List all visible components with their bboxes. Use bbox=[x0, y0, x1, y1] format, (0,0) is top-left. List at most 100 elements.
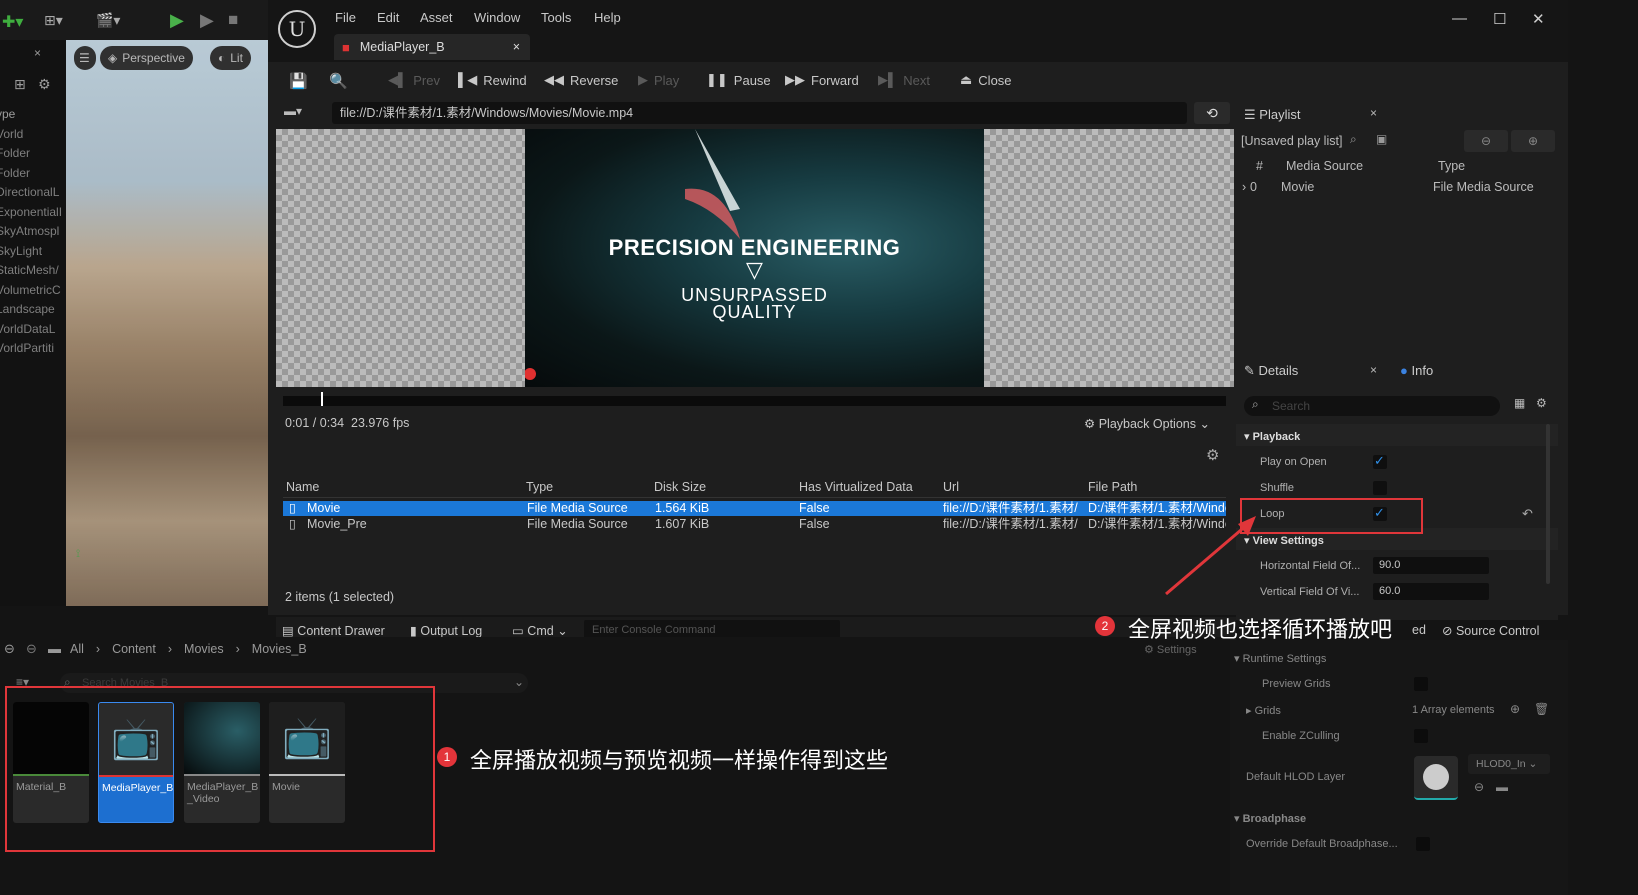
runtime-settings-label[interactable]: ▾ Runtime Settings bbox=[1234, 652, 1326, 665]
details-tab[interactable]: ✎ Details bbox=[1244, 363, 1298, 379]
hfov-label: Horizontal Field Of... bbox=[1260, 560, 1361, 572]
shuffle-checkbox[interactable] bbox=[1373, 481, 1387, 495]
breadcrumb-separator-icon: › bbox=[235, 642, 240, 656]
reset-to-default-icon[interactable]: ↶ bbox=[1522, 506, 1533, 522]
column-header[interactable]: Name bbox=[286, 480, 319, 494]
annotation-box-1 bbox=[5, 686, 435, 852]
forward-button[interactable]: ▶▶ Forward bbox=[785, 72, 859, 88]
preview-grids-checkbox[interactable] bbox=[1414, 677, 1428, 691]
content-drawer-button[interactable]: ▤ Content Drawer bbox=[282, 623, 385, 638]
playlist-tab[interactable]: ☰ Playlist bbox=[1244, 107, 1300, 123]
details-search-input[interactable]: Search bbox=[1244, 396, 1500, 416]
menu-item-edit[interactable]: Edit bbox=[377, 10, 399, 25]
asset-tab[interactable]: ■ MediaPlayer_B × bbox=[334, 34, 530, 60]
vfov-field[interactable]: 60.0 bbox=[1373, 583, 1489, 600]
browse-icon[interactable]: 🔍 bbox=[329, 72, 348, 90]
window-close-icon[interactable]: ✕ bbox=[1532, 10, 1545, 28]
browse-folder-icon[interactable]: ▬ bbox=[1496, 780, 1508, 794]
cell-virt: False bbox=[799, 501, 830, 515]
grids-label[interactable]: ▸ Grids bbox=[1246, 704, 1281, 717]
breadcrumb-item[interactable]: Movies_B bbox=[252, 642, 307, 656]
save-icon[interactable]: 💾 bbox=[289, 72, 308, 90]
playback-scrubber[interactable] bbox=[283, 392, 1226, 406]
pencil-icon: ✎ bbox=[1244, 363, 1255, 378]
url-field[interactable]: file://D:/课件素材/1.素材/Windows/Movies/Movie… bbox=[332, 102, 1187, 124]
chevron-down-icon[interactable]: ⌄ bbox=[514, 675, 524, 689]
breadcrumb-item[interactable]: All bbox=[70, 642, 84, 656]
cmd-dropdown[interactable]: ▭ Cmd ⌄ bbox=[512, 623, 568, 638]
open-folder-icon[interactable]: ▬▾ bbox=[284, 104, 302, 118]
pause-button[interactable]: ❚❚ Pause bbox=[706, 72, 771, 88]
eject-icon: ⏏ bbox=[960, 72, 973, 87]
cell-name: Movie_Pre bbox=[307, 516, 367, 531]
breadcrumb-separator-icon: › bbox=[95, 642, 101, 656]
annotation-badge-1: 1 bbox=[437, 747, 457, 767]
broadphase-label[interactable]: ▾ Broadphase bbox=[1234, 812, 1306, 825]
hfov-field[interactable]: 90.0 bbox=[1373, 557, 1489, 574]
prev-icon: ◀▌ bbox=[388, 72, 408, 87]
step-icon[interactable]: ▶ bbox=[200, 10, 214, 31]
prev-button[interactable]: ◀▌ Prev bbox=[388, 72, 440, 88]
use-selected-icon[interactable]: ⊖ bbox=[1474, 780, 1484, 794]
playback-time: 0:01 / 0:34 23.976 fps bbox=[285, 416, 410, 430]
reverse-button[interactable]: ◀◀ Reverse bbox=[544, 72, 618, 88]
broadphase-checkbox[interactable] bbox=[1416, 837, 1430, 851]
rewind-button[interactable]: ▌◀ Rewind bbox=[458, 72, 527, 88]
annotation-text-2: 全屏视频也选择循环播放吧 bbox=[1128, 617, 1393, 642]
tab-close-icon[interactable]: × bbox=[513, 40, 520, 54]
column-header[interactable]: Disk Size bbox=[654, 480, 706, 494]
menu-item-tools[interactable]: Tools bbox=[541, 10, 571, 25]
column-header[interactable]: Url bbox=[943, 480, 959, 494]
play-on-open-checkbox[interactable] bbox=[1373, 453, 1387, 469]
play-button[interactable]: ▶ Play bbox=[638, 72, 679, 88]
unreal-logo-icon[interactable]: U bbox=[278, 10, 316, 48]
hlod-layer-dropdown[interactable]: HLOD0_In ⌄ bbox=[1468, 754, 1550, 774]
file-icon: ▯ bbox=[289, 501, 296, 515]
breadcrumb-item[interactable]: Movies bbox=[184, 642, 224, 656]
history-forward-icon[interactable]: ⊖ bbox=[26, 641, 37, 657]
menu-item-asset[interactable]: Asset bbox=[420, 10, 453, 25]
hlod-thumbnail[interactable] bbox=[1414, 756, 1458, 800]
blueprint-icon[interactable]: ⊞▾ bbox=[44, 12, 63, 29]
cinematics-icon[interactable]: 🎬▾ bbox=[96, 12, 120, 29]
search-icon[interactable]: ⌕ bbox=[1350, 132, 1357, 147]
minimize-icon[interactable]: — bbox=[1452, 10, 1467, 27]
menu-item-window[interactable]: Window bbox=[474, 10, 520, 25]
playlist-row[interactable]: › 0 Movie File Media Source bbox=[1242, 180, 1552, 196]
playlist-close-icon[interactable]: × bbox=[1370, 106, 1377, 120]
details-scrollbar[interactable] bbox=[1546, 424, 1550, 584]
playback-options-button[interactable]: ⚙ Playback Options ⌄ bbox=[1084, 416, 1210, 431]
zculling-checkbox[interactable] bbox=[1414, 729, 1428, 743]
chevron-down-icon: ⌄ bbox=[1199, 417, 1210, 431]
menu-item-help[interactable]: Help bbox=[594, 10, 621, 25]
history-back-icon[interactable]: ⊖ bbox=[4, 641, 15, 657]
maximize-icon[interactable]: ☐ bbox=[1493, 10, 1506, 28]
grid-view-icon[interactable]: ▦ bbox=[1514, 396, 1525, 410]
play-level-icon[interactable]: ▶ bbox=[170, 10, 184, 31]
trash-icon[interactable]: 🗑 bbox=[1534, 702, 1549, 716]
table-row[interactable]: ▯ Movie File Media Source 1.564 KiB False fil… bbox=[283, 501, 1226, 516]
playlist-prev-icon[interactable]: ⊖ bbox=[1464, 130, 1508, 152]
list-settings-icon[interactable]: ⚙ bbox=[1206, 446, 1219, 464]
gear-icon[interactable]: ⚙ bbox=[1536, 396, 1547, 410]
column-header[interactable]: Has Virtualized Data bbox=[799, 480, 913, 494]
column-header[interactable]: File Path bbox=[1088, 480, 1137, 494]
breadcrumb-item[interactable]: Content bbox=[112, 642, 156, 656]
scrubber-handle[interactable] bbox=[321, 392, 323, 406]
save-playlist-icon[interactable]: ▣ bbox=[1376, 132, 1387, 146]
output-log-button[interactable]: ▮ Output Log bbox=[410, 623, 482, 638]
add-element-icon[interactable]: ⊕ bbox=[1510, 702, 1520, 716]
stop-icon[interactable]: ■ bbox=[228, 10, 238, 30]
column-header[interactable]: Type bbox=[526, 480, 553, 494]
add-icon[interactable]: ✚▾ bbox=[2, 12, 23, 32]
close-media-button[interactable]: ⏏ Close bbox=[960, 72, 1012, 88]
playlist-next-icon[interactable]: ⊕ bbox=[1511, 130, 1555, 152]
table-row[interactable]: ▯ Movie_Pre File Media Source 1.607 KiB Fals… bbox=[283, 517, 1226, 532]
menu-item-file[interactable]: File bbox=[335, 10, 356, 25]
info-tab[interactable]: ● Info bbox=[1400, 363, 1433, 378]
reload-icon[interactable]: ⟲ bbox=[1194, 102, 1230, 124]
source-control-button[interactable]: ⊘ Source Control bbox=[1442, 623, 1539, 638]
play-on-open-label: Play on Open bbox=[1260, 456, 1327, 468]
next-button[interactable]: ▶▌ Next bbox=[878, 72, 930, 88]
details-close-icon[interactable]: × bbox=[1370, 363, 1377, 377]
